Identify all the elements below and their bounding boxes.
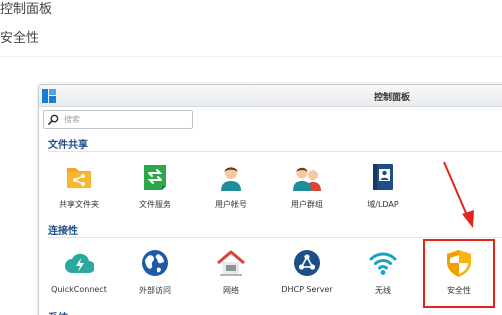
group-icon <box>293 167 321 191</box>
section-divider <box>48 237 502 238</box>
breadcrumb-current: 安全性 <box>0 31 40 46</box>
network-icon <box>217 250 245 276</box>
item-network[interactable]: 网络 <box>193 248 269 296</box>
control-panel-window: 控制面板 文件共享 共享文件夹 文件服务 <box>38 84 502 315</box>
file-services-icon <box>144 165 166 190</box>
section-divider <box>48 151 502 152</box>
wireless-icon <box>369 252 397 275</box>
shared-folder-icon <box>67 168 91 188</box>
item-label: 域/LDAP <box>367 200 399 209</box>
section-title-file-sharing: 文件共享 <box>48 140 88 151</box>
external-access-icon <box>142 250 168 276</box>
control-panel-logo-icon <box>42 89 56 103</box>
item-label: 外部访问 <box>139 286 171 295</box>
item-label: DHCP Server <box>281 285 333 294</box>
title-bar: 控制面板 <box>39 85 502 107</box>
item-external-access[interactable]: 外部访问 <box>117 248 193 296</box>
divider <box>0 56 502 57</box>
window-title: 控制面板 <box>374 93 411 103</box>
item-domain-ldap[interactable]: 域/LDAP <box>345 162 421 210</box>
search-input[interactable] <box>64 113 189 126</box>
item-file-services[interactable]: 文件服务 <box>117 162 193 210</box>
domain-ldap-icon <box>373 164 393 190</box>
annotation-arrow-icon <box>443 161 474 228</box>
breadcrumb-title: 控制面板 <box>0 2 53 17</box>
search-box[interactable] <box>43 110 193 129</box>
section-title-connectivity: 连接性 <box>48 226 78 237</box>
item-user-group[interactable]: 用户群组 <box>269 162 345 210</box>
item-dhcp-server[interactable]: DHCP Server <box>269 248 345 294</box>
security-highlight-box <box>423 239 495 308</box>
item-quickconnect[interactable]: QuickConnect <box>41 248 117 294</box>
item-label: 文件服务 <box>139 200 171 209</box>
search-icon <box>48 114 59 125</box>
item-label: 网络 <box>223 286 239 295</box>
item-label: QuickConnect <box>51 285 107 294</box>
item-label: 共享文件夹 <box>59 200 99 209</box>
section-title-system: 系统 <box>48 309 68 315</box>
item-label: 用户帐号 <box>215 200 247 209</box>
user-icon <box>221 167 241 191</box>
item-user-account[interactable]: 用户帐号 <box>193 162 269 210</box>
dhcp-server-icon <box>294 250 320 276</box>
item-label: 用户群组 <box>291 200 323 209</box>
item-wireless[interactable]: 无线 <box>345 248 421 296</box>
item-label: 无线 <box>375 286 391 295</box>
quickconnect-icon <box>65 253 94 273</box>
item-shared-folder[interactable]: 共享文件夹 <box>41 162 117 210</box>
